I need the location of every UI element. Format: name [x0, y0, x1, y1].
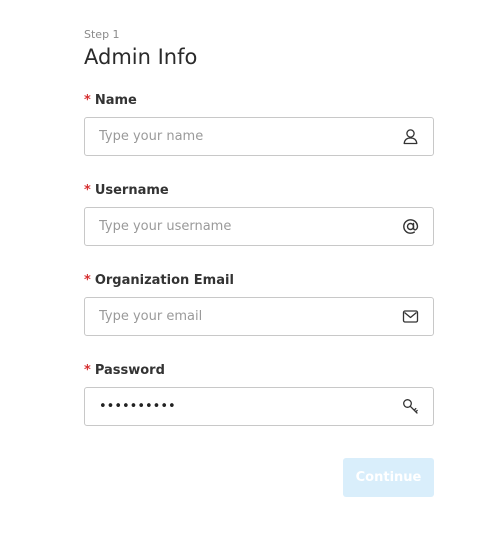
name-label-text: Name — [94, 93, 137, 108]
name-field[interactable] — [84, 117, 434, 156]
email-label-text: Organization Email — [94, 273, 234, 288]
username-label: * Username — [84, 183, 169, 199]
step-indicator: Step 1 — [84, 28, 120, 41]
key-icon — [403, 399, 418, 414]
username-input[interactable] — [99, 208, 379, 244]
envelope-icon — [402, 310, 419, 323]
email-label: * Organization Email — [84, 273, 234, 289]
admin-info-form: Step 1 Admin Info *Name *Username *Organ… — [84, 28, 434, 497]
name-input[interactable] — [99, 118, 379, 154]
email-field[interactable] — [84, 297, 434, 336]
required-marker: * — [84, 93, 91, 108]
username-field[interactable] — [84, 207, 434, 246]
password-label-text: Password — [94, 363, 165, 378]
user-icon — [403, 129, 418, 145]
password-label: * Password — [84, 363, 165, 379]
email-input[interactable] — [99, 298, 379, 334]
username-label-text: Username — [94, 183, 169, 198]
continue-button[interactable]: Continue — [343, 458, 434, 497]
required-marker: * — [84, 183, 91, 198]
password-field[interactable] — [84, 387, 434, 426]
required-marker: * — [84, 273, 91, 288]
name-label: * Name — [84, 93, 137, 109]
password-input[interactable] — [99, 388, 379, 424]
at-sign-icon — [403, 219, 419, 234]
required-marker: * — [84, 363, 91, 378]
page-title: Admin Info — [84, 45, 198, 69]
